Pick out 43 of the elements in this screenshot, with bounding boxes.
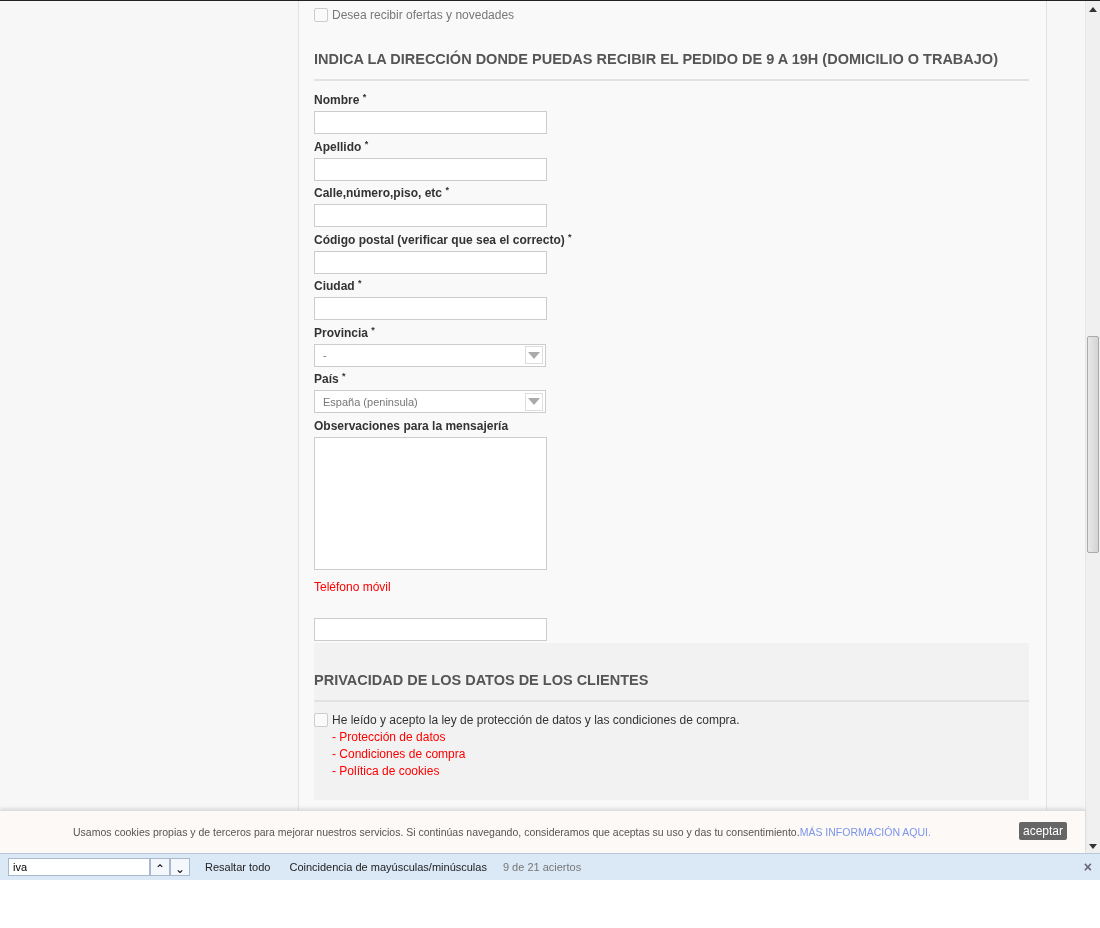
- policy-link[interactable]: - Condiciones de compra: [332, 745, 1029, 763]
- scroll-down-icon[interactable]: [1089, 844, 1097, 849]
- scrollbar-thumb[interactable]: [1087, 336, 1099, 553]
- field-label: Ciudad $^{*}$: [314, 277, 363, 295]
- caret-icon: [525, 346, 543, 364]
- scroll-up-icon[interactable]: [1089, 7, 1097, 12]
- find-field[interactable]: iva: [8, 858, 150, 876]
- highlight-all-button[interactable]: Resaltar todo: [201, 861, 275, 873]
- checkbox-label: He leído y acepto la ley de protección de datos y las condiciones de compra.: [332, 713, 740, 727]
- cookie-notice: Usamos cookies propias y de terceros para mejorar nuestros servicios. Si continúas navegando, consideramos que aceptas su uso y das tu consentimiento.MÁS INFORMACIÓN AQUI.: [73, 826, 931, 838]
- field-label: Código postal (verificar que sea el correcto) $^{*}$: [314, 230, 573, 249]
- input-field[interactable]: [314, 111, 547, 134]
- dropdown[interactable]: España (peninsula): [314, 390, 546, 413]
- caret-icon: [525, 392, 543, 411]
- input-field[interactable]: [314, 157, 547, 181]
- input-field[interactable]: [314, 204, 547, 227]
- field-label: Calle,número,piso, etc $^{*}$: [314, 184, 450, 202]
- match-count: 9 de 21 aciertos: [502, 861, 582, 873]
- policy-link[interactable]: - Política de cookies: [332, 762, 1029, 780]
- field-label: Nombre $^{*}$: [314, 91, 368, 109]
- section-heading: PRIVACIDAD DE LOS DATOS DE LOS CLIENTES: [314, 671, 650, 688]
- checkbox-label: Desea recibir ofertas y novedades: [332, 7, 515, 22]
- field-label: Apellido $^{*}$: [314, 137, 370, 156]
- match-case-button[interactable]: Coincidencia de mayúsculas/minúsculas: [285, 861, 491, 873]
- accept-button[interactable]: aceptar: [1019, 822, 1068, 840]
- input-field[interactable]: [314, 250, 547, 274]
- next-button[interactable]: ⌄: [170, 858, 190, 876]
- input-field[interactable]: [314, 297, 547, 320]
- more-info-link[interactable]: MÁS INFORMACIÓN AQUI.: [799, 826, 931, 838]
- field-label: Teléfono móvil: [314, 578, 392, 596]
- field-label: País $^{*}$: [314, 370, 347, 388]
- dropdown[interactable]: -: [314, 343, 546, 367]
- close-button[interactable]: ×: [1083, 859, 1092, 875]
- previous-button[interactable]: ⌃: [150, 858, 170, 876]
- scrollbar[interactable]: [1085, 1, 1100, 853]
- text-area[interactable]: [314, 436, 547, 570]
- field-label: Provincia $^{*}$: [314, 323, 376, 342]
- checkbox[interactable]: [314, 713, 328, 727]
- section-heading: INDICA LA DIRECCIÓN DONDE PUEDAS RECIBIR EL PEDIDO DE 9 A 19H (DOMICILIO O TRABAJO): [314, 51, 999, 67]
- input-field[interactable]: [314, 617, 547, 641]
- field-label: Observaciones para la mensajería: [314, 417, 510, 435]
- checkbox[interactable]: [314, 7, 328, 22]
- policy-link[interactable]: - Protección de datos: [332, 728, 1029, 746]
